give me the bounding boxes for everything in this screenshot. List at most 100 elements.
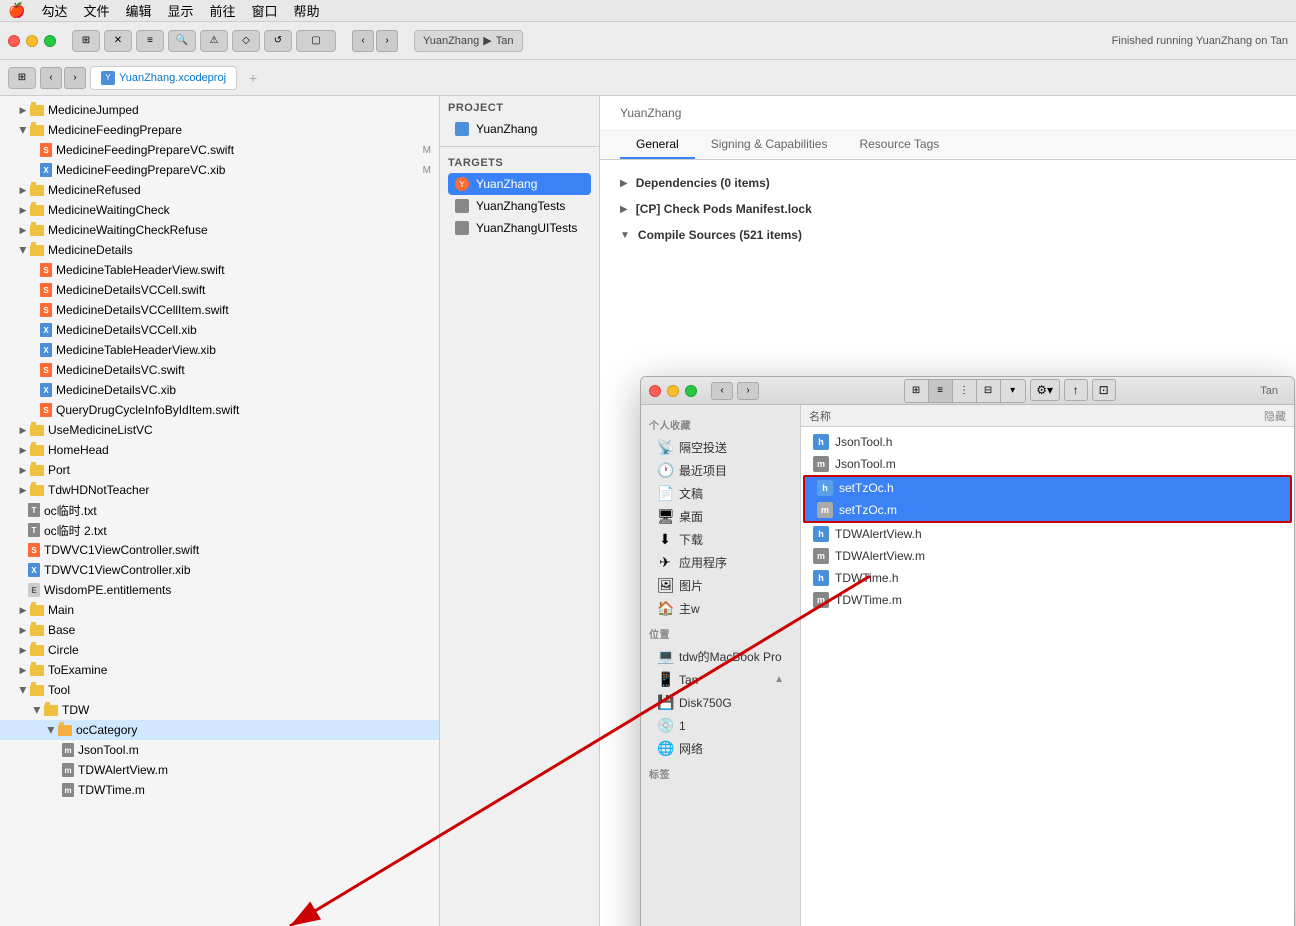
tree-item-homehead[interactable]: ▶ HomeHead <box>0 440 439 460</box>
file-row-jsontool-m[interactable]: m JsonTool.m <box>801 453 1294 475</box>
sidebar-item-home[interactable]: 🏠 主w <box>649 597 792 620</box>
target-yuanzhang[interactable]: Y YuanZhang <box>448 173 591 195</box>
view-icon[interactable]: ⊞ <box>905 380 929 402</box>
sidebar-item-macbook[interactable]: 💻 tdw的MacBook Pro <box>649 645 792 668</box>
sidebar-item-tan[interactable]: 📱 Tan ▲ <box>649 668 792 691</box>
list-item[interactable]: T oc临时.txt <box>0 500 439 520</box>
tree-item-medicinerefused[interactable]: ▶ MedicineRefused <box>0 180 439 200</box>
hide-btn[interactable]: ✕ <box>104 30 132 52</box>
list-item[interactable]: S MedicineFeedingPrepareVC.swift M <box>0 140 439 160</box>
tree-item-port[interactable]: ▶ Port <box>0 460 439 480</box>
tree-item-medicinewaitingcheck[interactable]: ▶ MedicineWaitingCheck <box>0 200 439 220</box>
menu-go[interactable]: 前往 <box>210 1 236 20</box>
menu-gouda[interactable]: 勾达 <box>41 1 67 20</box>
warn-btn[interactable]: ⚠ <box>200 30 228 52</box>
list-item[interactable]: T oc临时 2.txt <box>0 520 439 540</box>
view-dropdown[interactable]: ▾ <box>1001 380 1025 402</box>
expand-icon[interactable]: ▼ <box>620 230 630 241</box>
tab-general[interactable]: General <box>620 131 695 159</box>
menu-view[interactable]: 显示 <box>167 1 193 20</box>
file-row-tdwalertview-m[interactable]: m TDWAlertView.m <box>801 545 1294 567</box>
finder-gear[interactable]: ⚙▾ <box>1030 379 1060 401</box>
expand-icon[interactable]: ▶ <box>620 204 628 215</box>
view-columns[interactable]: ⋮ <box>953 380 977 402</box>
list-btn[interactable]: ≡ <box>136 30 164 52</box>
list-item[interactable]: X MedicineDetailsVC.xib <box>0 380 439 400</box>
file-row-tdwtime-h[interactable]: h TDWTime.h <box>801 567 1294 589</box>
back-btn[interactable]: ‹ <box>352 30 374 52</box>
menu-edit[interactable]: 编辑 <box>125 1 151 20</box>
tree-item-tool[interactable]: ▶ Tool <box>0 680 439 700</box>
list-item[interactable]: S MedicineDetailsVCCell.swift <box>0 280 439 300</box>
sidebar-toggle[interactable]: ⊞ <box>72 30 100 52</box>
menu-file[interactable]: 文件 <box>83 1 109 20</box>
apple-menu[interactable]: 🍎 <box>8 2 25 19</box>
list-item[interactable]: X MedicineFeedingPrepareVC.xib M <box>0 160 439 180</box>
tree-item-tdwhdnotteacher[interactable]: ▶ TdwHDNotTeacher <box>0 480 439 500</box>
list-item[interactable]: S MedicineTableHeaderView.swift <box>0 260 439 280</box>
list-item[interactable]: E WisdomPE.entitlements <box>0 580 439 600</box>
expand-icon[interactable]: ▶ <box>620 178 628 189</box>
list-item[interactable]: S QueryDrugCycleInfoByIdItem.swift <box>0 400 439 420</box>
sidebar-item-desktop[interactable]: 🖥 桌面 <box>649 505 792 528</box>
tree-item-medicinejmped[interactable]: ▶ MedicineJumped <box>0 100 439 120</box>
list-item[interactable]: X MedicineDetailsVCCell.xib <box>0 320 439 340</box>
file-row-settzoc-m[interactable]: m setTzOc.m <box>805 499 1290 521</box>
finder-forward[interactable]: › <box>737 382 759 400</box>
sidebar-item-airdrop[interactable]: 📡 隔空投送 <box>649 436 792 459</box>
finder-share[interactable]: ↑ <box>1064 379 1088 401</box>
tree-item-usemedicinelistvc[interactable]: ▶ UseMedicineListVC <box>0 420 439 440</box>
add-tab[interactable]: + <box>249 70 257 86</box>
finder-maximize[interactable] <box>685 385 697 397</box>
file-row-tdwtime-m[interactable]: m TDWTime.m <box>801 589 1294 611</box>
list-item[interactable]: m TDWAlertView.m <box>0 760 439 780</box>
sidebar-item-downloads[interactable]: ⬇ 下载 <box>649 528 792 551</box>
diamond-btn[interactable]: ◇ <box>232 30 260 52</box>
menu-window[interactable]: 窗口 <box>252 1 278 20</box>
tab-back[interactable]: ‹ <box>40 67 62 89</box>
hide-label[interactable]: 隐藏 <box>1264 408 1286 424</box>
finder-close[interactable] <box>649 385 661 397</box>
finder-minimize[interactable] <box>667 385 679 397</box>
list-item[interactable]: m TDWTime.m <box>0 780 439 800</box>
tree-item-tdw[interactable]: ▶ TDW <box>0 700 439 720</box>
scheme-btn[interactable]: ⊞ <box>8 67 36 89</box>
target-yuanzhang-tests[interactable]: YuanZhangTests <box>448 195 591 217</box>
active-tab[interactable]: Y YuanZhang.xcodeproj <box>90 66 237 90</box>
view-gallery[interactable]: ⊟ <box>977 380 1001 402</box>
tree-item-toexamine[interactable]: ▶ ToExamine <box>0 660 439 680</box>
finder-action[interactable]: ⊡ <box>1092 379 1116 401</box>
sidebar-item-network[interactable]: 🌐 网络 <box>649 737 792 760</box>
eject-icon[interactable]: ▲ <box>774 674 784 685</box>
list-item[interactable]: S MedicineDetailsVC.swift <box>0 360 439 380</box>
tree-item-occategory[interactable]: ▶ ocCategory <box>0 720 439 740</box>
menu-help[interactable]: 帮助 <box>294 1 320 20</box>
location-btn[interactable]: ▢ <box>296 30 336 52</box>
tree-item-medicinewaitingcheckrefuse[interactable]: ▶ MedicineWaitingCheckRefuse <box>0 220 439 240</box>
file-row-jsontool-h[interactable]: h JsonTool.h <box>801 431 1294 453</box>
list-item[interactable]: S MedicineDetailsVCCellItem.swift <box>0 300 439 320</box>
sidebar-item-pictures[interactable]: 🖼 图片 <box>649 574 792 597</box>
tab-signing[interactable]: Signing & Capabilities <box>695 131 844 159</box>
sidebar-item-disk750g[interactable]: 💾 Disk750G <box>649 691 792 714</box>
list-item[interactable]: X MedicineTableHeaderView.xib <box>0 340 439 360</box>
tree-item-medicinedetails[interactable]: ▶ MedicineDetails <box>0 240 439 260</box>
view-list[interactable]: ≡ <box>929 380 953 402</box>
list-item[interactable]: X TDWVC1ViewController.xib <box>0 560 439 580</box>
tab-resource[interactable]: Resource Tags <box>843 131 955 159</box>
list-item[interactable]: m JsonTool.m <box>0 740 439 760</box>
sidebar-item-applications[interactable]: ✈ 应用程序 <box>649 551 792 574</box>
tree-item-base[interactable]: ▶ Base <box>0 620 439 640</box>
search-btn[interactable]: 🔍 <box>168 30 196 52</box>
file-row-tdwalertview-h[interactable]: h TDWAlertView.h <box>801 523 1294 545</box>
maximize-button[interactable] <box>44 35 56 47</box>
list-item[interactable]: S TDWVC1ViewController.swift <box>0 540 439 560</box>
close-button[interactable] <box>8 35 20 47</box>
tab-forward[interactable]: › <box>64 67 86 89</box>
minimize-button[interactable] <box>26 35 38 47</box>
file-row-settzoc-h[interactable]: h setTzOc.h <box>805 477 1290 499</box>
sidebar-item-documents[interactable]: 📄 文稿 <box>649 482 792 505</box>
sidebar-item-recents[interactable]: 🕐 最近项目 <box>649 459 792 482</box>
target-yuanzhang-uitests[interactable]: YuanZhangUITests <box>448 217 591 239</box>
sidebar-item-disk1[interactable]: 💿 1 <box>649 714 792 737</box>
